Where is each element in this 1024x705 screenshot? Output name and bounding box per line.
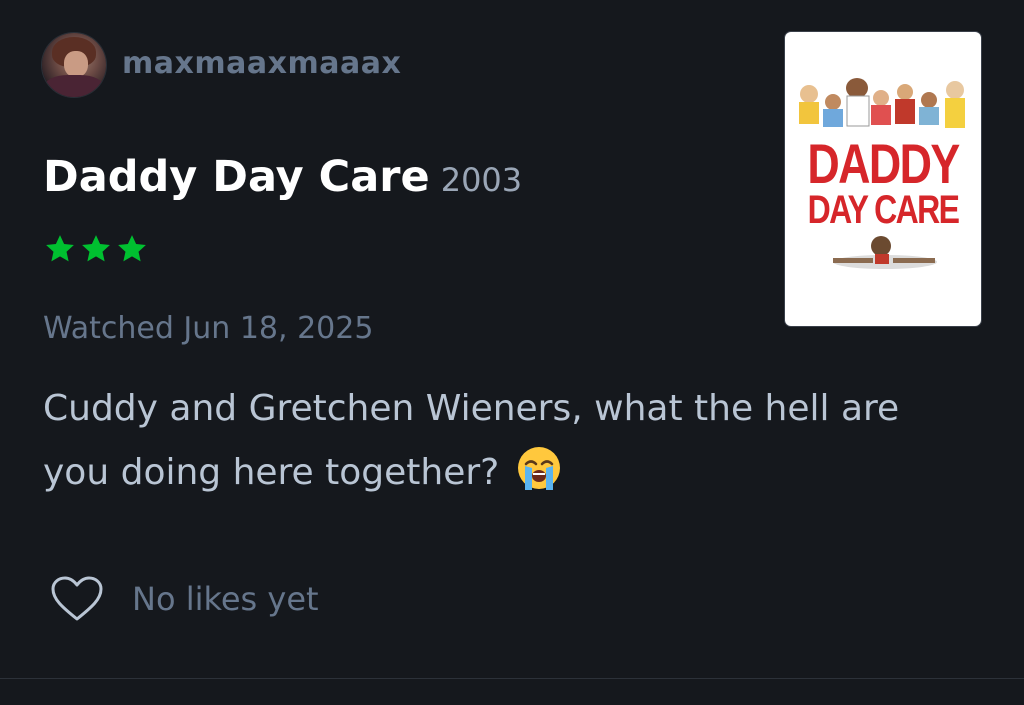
star-rating: [43, 232, 149, 266]
film-title[interactable]: Daddy Day Care: [43, 152, 430, 202]
avatar-body: [44, 75, 104, 97]
likes-count-text: No likes yet: [132, 580, 319, 618]
star-icon: [118, 235, 146, 262]
review-body: Cuddy and Gretchen Wieners, what the hel…: [43, 377, 943, 505]
avatar-face: [64, 51, 88, 77]
user-avatar[interactable]: [42, 33, 106, 97]
film-title-row[interactable]: Daddy Day Care 2003: [43, 152, 522, 202]
heart-icon[interactable]: [50, 575, 104, 623]
star-icon: [46, 235, 74, 262]
likes-row: No likes yet: [50, 575, 319, 623]
review-text: Cuddy and Gretchen Wieners, what the hel…: [43, 388, 900, 493]
poster-title-line1: DADDY: [807, 132, 960, 195]
film-year[interactable]: 2003: [441, 161, 522, 199]
poster-man-illustration: [833, 236, 937, 269]
bottom-divider: [0, 678, 1024, 679]
review-card: maxmaaxmaaax Daddy Day Care 2003 Watched…: [0, 0, 1024, 705]
star-icon: [82, 235, 110, 262]
poster-title-line2: DAY CARE: [807, 188, 960, 232]
loudly-crying-face-icon: [517, 447, 560, 490]
film-poster[interactable]: DADDY DAY CARE: [785, 32, 981, 326]
watched-date: Watched Jun 18, 2025: [43, 311, 374, 346]
username-link[interactable]: maxmaaxmaaax: [122, 46, 401, 81]
